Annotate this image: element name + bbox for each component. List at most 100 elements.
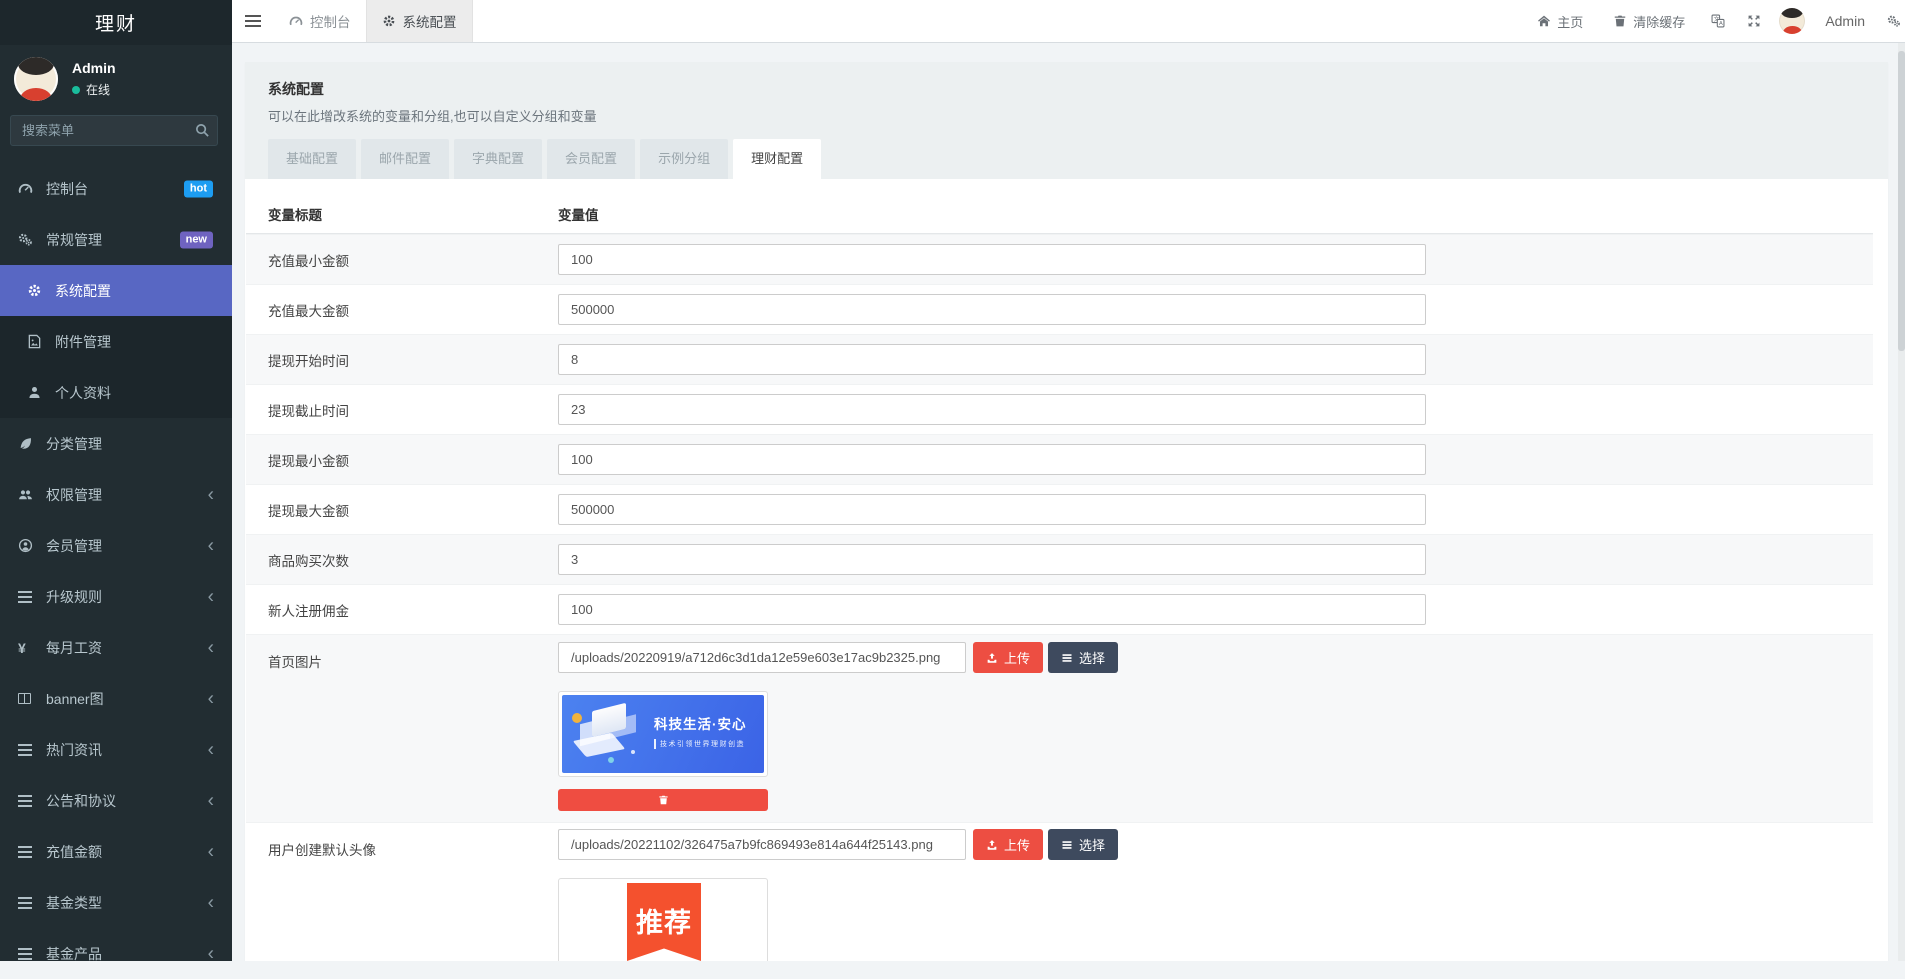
sidebar-item-label: 权限管理	[46, 485, 102, 505]
config-label: 新人注册佣金	[246, 600, 558, 620]
config-input[interactable]	[558, 494, 1426, 525]
sidebar-item-label: 充值金额	[46, 842, 102, 862]
chevron-left-icon: ‹	[208, 638, 214, 657]
settings-button[interactable]	[1887, 14, 1901, 28]
sidebar-item-system-config[interactable]: 系统配置	[0, 265, 232, 316]
tab-basic-config[interactable]: 基础配置	[268, 139, 356, 179]
tab-example-group[interactable]: 示例分组	[640, 139, 728, 179]
search-icon[interactable]	[195, 123, 210, 138]
list-icon	[18, 844, 38, 860]
topbar: 控制台 系统配置 主页 清除缓存 文A Admin	[232, 0, 1905, 43]
tab-dictionary-config[interactable]: 字典配置	[454, 139, 542, 179]
config-input[interactable]	[558, 394, 1426, 425]
config-input[interactable]	[558, 594, 1426, 625]
chevron-left-icon: ‹	[208, 536, 214, 555]
app-title: 理财	[95, 9, 137, 36]
cogs-icon	[1887, 14, 1901, 28]
choose-button[interactable]: 选择	[1048, 642, 1118, 673]
tachometer-icon	[18, 181, 38, 197]
config-label: 用户创建默认头像	[246, 823, 558, 859]
chevron-left-icon: ‹	[208, 842, 214, 861]
sidebar-item-members[interactable]: 会员管理 ‹	[0, 520, 232, 571]
choose-button[interactable]: 选择	[1048, 829, 1118, 860]
sidebar-item-general[interactable]: 常规管理 new	[0, 214, 232, 265]
upload-button[interactable]: 上传	[973, 829, 1043, 860]
config-label: 商品购买次数	[246, 550, 558, 570]
list-icon	[1061, 839, 1073, 851]
sidebar-item-label: 基金类型	[46, 893, 102, 913]
table-row: 提现最大金额	[246, 484, 1873, 534]
scrollbar-thumb[interactable]	[1898, 51, 1905, 351]
sidebar-item-dashboard[interactable]: 控制台 hot	[0, 163, 232, 214]
chevron-left-icon: ‹	[208, 689, 214, 708]
sidebar-item-attachments[interactable]: 附件管理	[0, 316, 232, 367]
tab-dashboard[interactable]: 控制台	[274, 0, 366, 42]
tab-system-config[interactable]: 系统配置	[366, 0, 473, 42]
list-icon	[18, 589, 38, 605]
sidebar-item-fund-types[interactable]: 基金类型 ‹	[0, 877, 232, 928]
config-label: 首页图片	[246, 635, 558, 671]
sidebar-item-monthly-salary[interactable]: ¥ 每月工资 ‹	[0, 622, 232, 673]
user-status: 在线	[86, 81, 110, 98]
open-tabs: 控制台 系统配置	[274, 0, 473, 42]
sidebar-item-announcements[interactable]: 公告和协议 ‹	[0, 775, 232, 826]
file-image-icon	[27, 334, 47, 350]
sidebar-item-upgrade-rules[interactable]: 升级规则 ‹	[0, 571, 232, 622]
home-label: 主页	[1557, 12, 1583, 31]
sidebar-item-hot-news[interactable]: 热门资讯 ‹	[0, 724, 232, 775]
table-row: 提现最小金额	[246, 434, 1873, 484]
config-input[interactable]	[558, 294, 1426, 325]
recommend-ribbon: 推荐	[627, 883, 701, 961]
sidebar-item-fund-products[interactable]: 基金产品 ‹	[0, 928, 232, 979]
upload-button[interactable]: 上传	[973, 642, 1043, 673]
list-icon	[18, 895, 38, 911]
chevron-left-icon: ‹	[208, 791, 214, 810]
config-input[interactable]	[558, 444, 1426, 475]
sidebar-toggle-icon[interactable]	[245, 15, 261, 27]
config-input[interactable]	[558, 244, 1426, 275]
fullscreen-button[interactable]	[1747, 14, 1761, 28]
sidebar-item-permissions[interactable]: 权限管理 ‹	[0, 469, 232, 520]
delete-image-button[interactable]	[558, 789, 768, 811]
app-logo[interactable]: 理财	[0, 0, 232, 45]
sidebar-item-label: 升级规则	[46, 587, 102, 607]
config-table: 变量标题 变量值 充值最小金额 充值最大金额 提现开始时间 提现截止时间	[246, 194, 1873, 961]
tab-mail-config[interactable]: 邮件配置	[361, 139, 449, 179]
sidebar-item-label: 热门资讯	[46, 740, 102, 760]
search-input[interactable]	[10, 115, 218, 146]
columns-icon	[18, 691, 38, 707]
user-menu[interactable]: Admin	[1779, 8, 1865, 34]
sidebar-item-label: 会员管理	[46, 536, 102, 556]
table-row: 提现开始时间	[246, 334, 1873, 384]
image-preview[interactable]: 科技生活·安心 技术引领世界理财创造	[558, 691, 768, 777]
choose-label: 选择	[1079, 648, 1105, 667]
user-panel: Admin 在线	[0, 45, 232, 111]
banner-title: 科技生活·安心	[654, 713, 747, 733]
hot-badge: hot	[184, 180, 213, 197]
users-icon	[18, 487, 38, 503]
table-row: 商品购买次数	[246, 534, 1873, 584]
leaf-icon	[18, 436, 38, 452]
list-icon	[18, 742, 38, 758]
trash-icon	[1613, 14, 1627, 28]
clear-cache-button[interactable]: 清除缓存	[1613, 12, 1685, 31]
sidebar-item-profile[interactable]: 个人资料	[0, 367, 232, 418]
tab-finance-config[interactable]: 理财配置	[733, 139, 821, 179]
svg-text:A: A	[1719, 21, 1723, 27]
tab-member-config[interactable]: 会员配置	[547, 139, 635, 179]
config-label: 充值最小金额	[246, 250, 558, 270]
home-button[interactable]: 主页	[1537, 12, 1583, 31]
sidebar-item-banner[interactable]: banner图 ‹	[0, 673, 232, 724]
config-input[interactable]	[558, 344, 1426, 375]
online-dot	[72, 86, 80, 94]
config-input[interactable]	[558, 544, 1426, 575]
language-switch-button[interactable]: 文A	[1711, 14, 1725, 28]
config-label: 提现最大金额	[246, 500, 558, 520]
home-icon	[1537, 14, 1551, 28]
image-preview[interactable]: 推荐	[558, 878, 768, 961]
sidebar-item-recharge-amounts[interactable]: 充值金额 ‹	[0, 826, 232, 877]
image-path-input[interactable]	[558, 829, 966, 860]
clear-cache-label: 清除缓存	[1633, 12, 1685, 31]
sidebar-item-categories[interactable]: 分类管理	[0, 418, 232, 469]
image-path-input[interactable]	[558, 642, 966, 673]
